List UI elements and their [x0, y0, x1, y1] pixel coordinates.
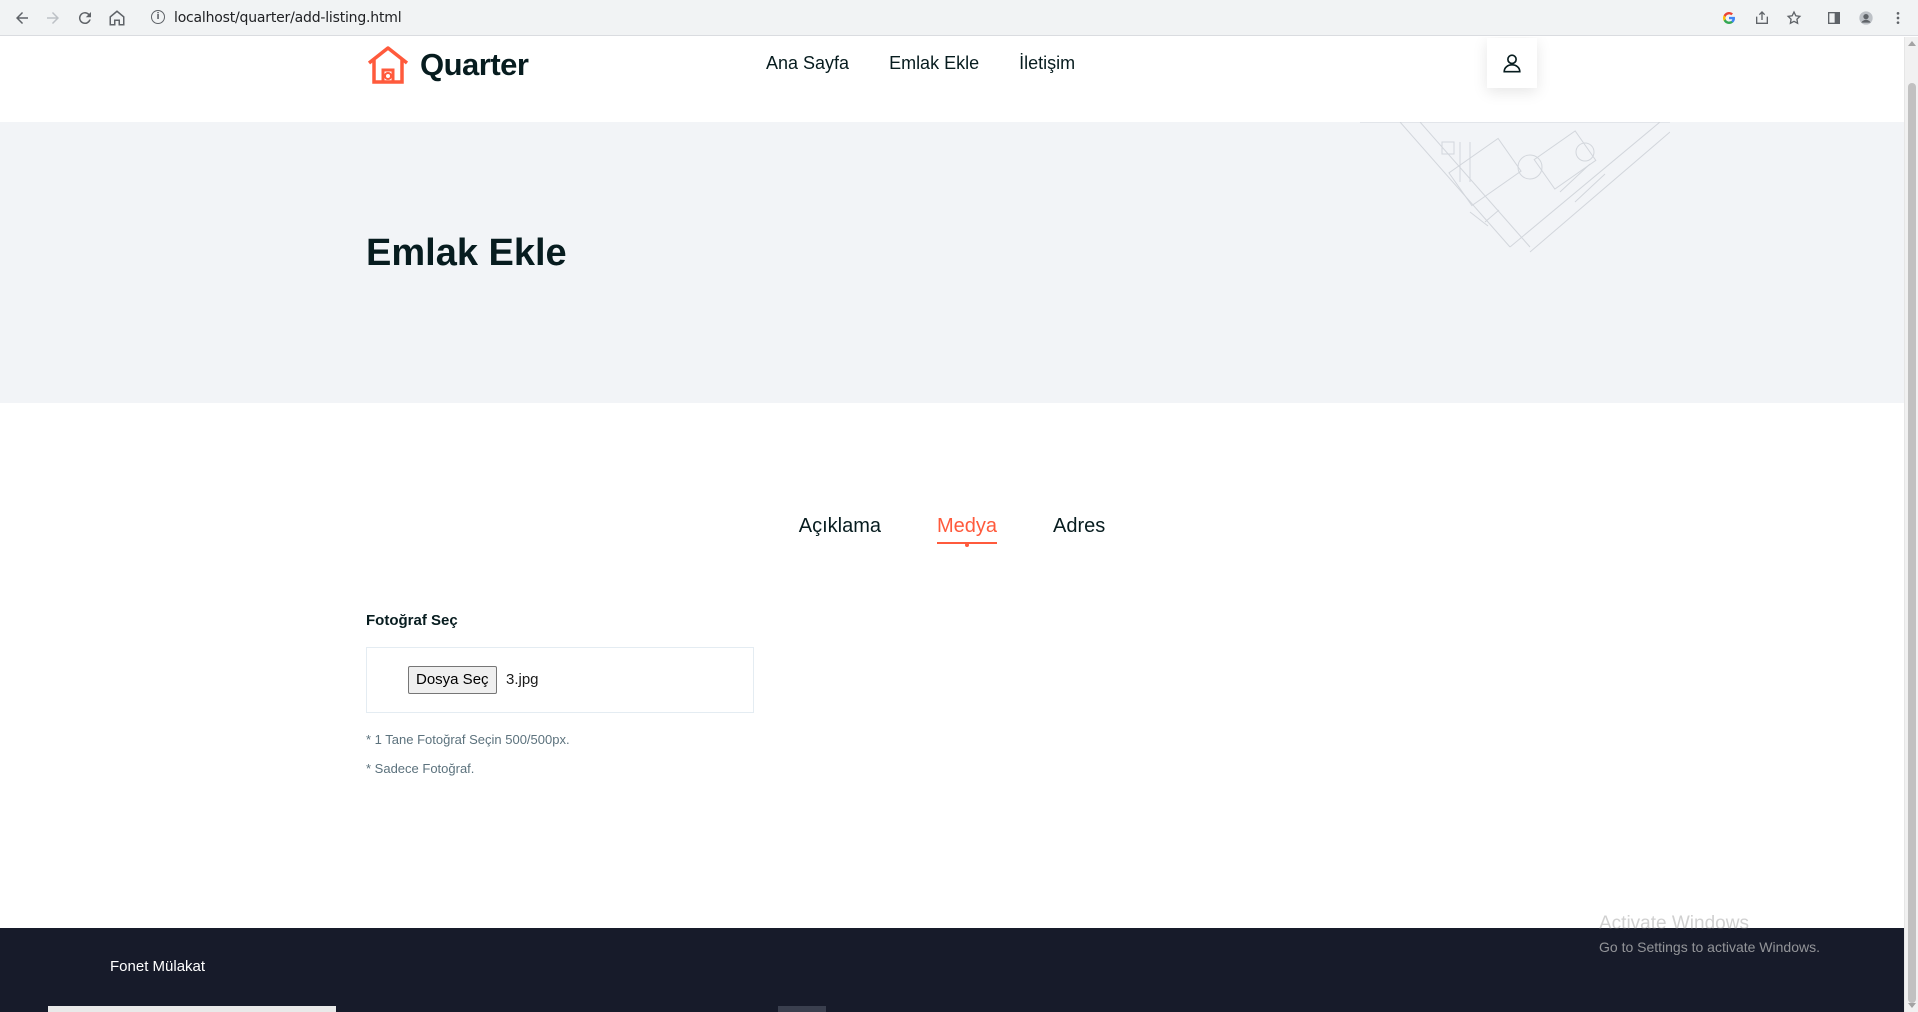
home-icon[interactable] [107, 8, 127, 28]
tab-medya[interactable]: Medya [936, 515, 998, 547]
tab-adres[interactable]: Adres [1053, 515, 1105, 544]
scroll-thumb[interactable] [1908, 83, 1916, 1003]
back-icon[interactable] [12, 8, 32, 28]
side-panel-icon[interactable] [1825, 9, 1843, 27]
scroll-up-icon[interactable] [1908, 41, 1916, 46]
footer-strip [48, 1006, 336, 1012]
google-icon[interactable] [1720, 9, 1738, 27]
logo[interactable]: Quarter [366, 45, 529, 85]
watermark-subtitle: Go to Settings to activate Windows. [1599, 939, 1820, 955]
address-bar[interactable]: localhost/quarter/add-listing.html [174, 10, 402, 26]
choose-file-button[interactable]: Dosya Seç [408, 666, 497, 694]
reload-icon[interactable] [75, 8, 95, 28]
tab-aciklama[interactable]: Açıklama [799, 515, 881, 544]
nav-home-link[interactable]: Ana Sayfa [766, 53, 849, 74]
windows-activation-watermark: Activate Windows Go to Settings to activ… [1599, 913, 1820, 955]
page-viewport: Quarter Ana Sayfa Emlak Ekle İletişim Em… [0, 37, 1904, 1012]
nav-contact-link[interactable]: İletişim [1019, 53, 1075, 74]
scroll-down-icon[interactable] [1908, 1003, 1916, 1008]
page-banner: Emlak Ekle [0, 122, 1904, 403]
photo-size-hint: * 1 Tane Fotoğraf Seçin 500/500px. [366, 732, 570, 747]
watermark-title: Activate Windows [1599, 913, 1749, 934]
page-title: Emlak Ekle [366, 232, 567, 274]
menu-kebab-icon[interactable] [1889, 9, 1907, 27]
page-scrollbar[interactable] [1904, 37, 1918, 1012]
footer-strip-dark [778, 1006, 826, 1012]
profile-icon[interactable] [1857, 9, 1875, 27]
house-logo-icon [367, 46, 409, 84]
main-nav: Ana Sayfa Emlak Ekle İletişim [766, 53, 1075, 74]
site-header: Quarter Ana Sayfa Emlak Ekle İletişim [0, 37, 1904, 122]
bookmark-star-icon[interactable] [1785, 9, 1803, 27]
photo-type-hint: * Sadece Fotoğraf. [366, 761, 475, 776]
user-icon [1503, 54, 1521, 73]
share-icon[interactable] [1753, 9, 1771, 27]
listing-tabs: Açıklama Medya Adres [0, 515, 1904, 547]
blueprint-decoration [1360, 122, 1670, 253]
forward-icon[interactable] [43, 8, 63, 28]
selected-file-name: 3.jpg [506, 671, 539, 688]
nav-add-listing-link[interactable]: Emlak Ekle [889, 53, 979, 74]
browser-toolbar: i localhost/quarter/add-listing.html [0, 0, 1918, 36]
user-account-button[interactable] [1487, 38, 1537, 88]
footer-text: Fonet Mülakat [110, 958, 206, 975]
photo-file-input[interactable]: Dosya Seç 3.jpg [366, 647, 754, 713]
photo-field-label: Fotoğraf Seç [366, 612, 458, 629]
site-info-icon[interactable]: i [151, 10, 165, 24]
logo-text: Quarter [420, 47, 529, 82]
